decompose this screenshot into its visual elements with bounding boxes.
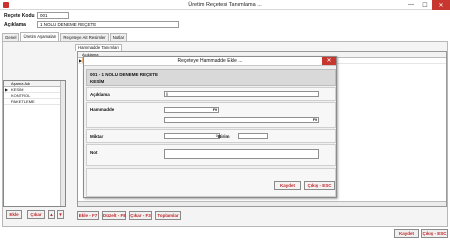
material-name-field[interactable]: F9 [164,117,319,123]
quantity-section: Miktar 0 Birim [86,129,336,143]
unit-label: Birim [218,134,230,139]
dialog-save-button[interactable]: Kaydet [274,181,301,190]
unit-field[interactable] [238,133,268,139]
material-section: Hammadde F9 F9 [86,102,336,128]
list-item[interactable]: PAKETLEME [4,99,65,105]
quantity-label: Miktar [90,134,104,139]
recipe-code-field[interactable]: 001 [37,12,69,19]
stages-scrollbar[interactable] [60,81,65,206]
tab-strip: Genel Üretim Aşamaları Reçeteye Ait Resi… [2,32,128,41]
totals-button[interactable]: Toplamlar [155,211,181,220]
note-label: Not [90,150,98,155]
tab-notes[interactable]: Notlar [109,33,128,41]
edit-material-button[interactable]: Düzelt - F8 [102,211,126,220]
title-bar: Üretim Reçetesi Tanımlama ... — ☐ ✕ [0,0,450,10]
materials-scrollbar[interactable] [78,201,446,206]
quantity-field[interactable]: 0 [164,133,220,139]
minimize-icon[interactable]: — [404,0,418,10]
dialog-close-icon[interactable]: ✕ [322,57,336,65]
tab-recipe-images[interactable]: Reçeteye Ait Resimler [60,33,109,41]
remove-stage-button[interactable]: Çıkar [27,210,45,219]
add-material-dialog: Reçeteye Hammadde Ekle ... ✕ 001 - 1 NOL… [83,56,337,198]
description-label: Açıklama [4,22,26,28]
maximize-icon[interactable]: ☐ [418,0,432,10]
move-up-icon[interactable]: ▲ [48,210,55,219]
description-field[interactable]: 1 NOLU DENEME REÇETE [37,21,179,28]
description-section: Açıklama || [86,87,336,101]
tab-general[interactable]: Genel [2,33,20,41]
move-down-icon[interactable]: ▼ [57,210,64,219]
dialog-exit-button[interactable]: Çıkış - ESC [304,181,335,190]
note-section: Not [86,144,336,166]
remove-material-button[interactable]: Çıkar - F3 [129,211,152,220]
material-label: Hammadde [90,107,115,112]
exit-button[interactable]: Çıkış - ESC [421,229,448,238]
dialog-description-label: Açıklama [90,92,110,97]
material-code-lookup-icon[interactable]: F9 [213,108,217,112]
add-material-button[interactable]: Ekle - F7 [77,211,99,220]
dialog-description-field[interactable]: || [164,91,319,97]
note-field[interactable] [164,149,319,159]
recipe-code-label: Reçete Kodu [4,13,35,19]
material-name-lookup-icon[interactable]: F9 [313,118,317,122]
recipe-info-line: 001 - 1 NOLU DENEME REÇETE [90,72,159,77]
dialog-info-header: 001 - 1 NOLU DENEME REÇETE KESİM [86,69,336,86]
tab-raw-materials[interactable]: Hammadde Tanımları [75,44,122,51]
dialog-title: Reçeteye Hammadde Ekle ... [177,58,243,64]
material-code-field[interactable]: F9 [164,107,219,113]
add-stage-button[interactable]: Ekle [6,210,22,219]
save-button[interactable]: Kaydet [394,229,419,238]
tab-production-stages[interactable]: Üretim Aşamaları [20,32,60,41]
window-controls: — ☐ ✕ [404,0,450,10]
close-icon[interactable]: ✕ [432,0,450,10]
dialog-title-bar: Reçeteye Hammadde Ekle ... ✕ [84,57,336,66]
stage-info-line: KESİM [90,79,105,84]
stages-list[interactable]: Aşama Adı KESİM KONTROL PAKETLEME [3,80,66,207]
window-title: Üretim Reçetesi Tanımlama ... [188,2,262,8]
dialog-button-area: Kaydet Çıkış - ESC [86,168,336,197]
